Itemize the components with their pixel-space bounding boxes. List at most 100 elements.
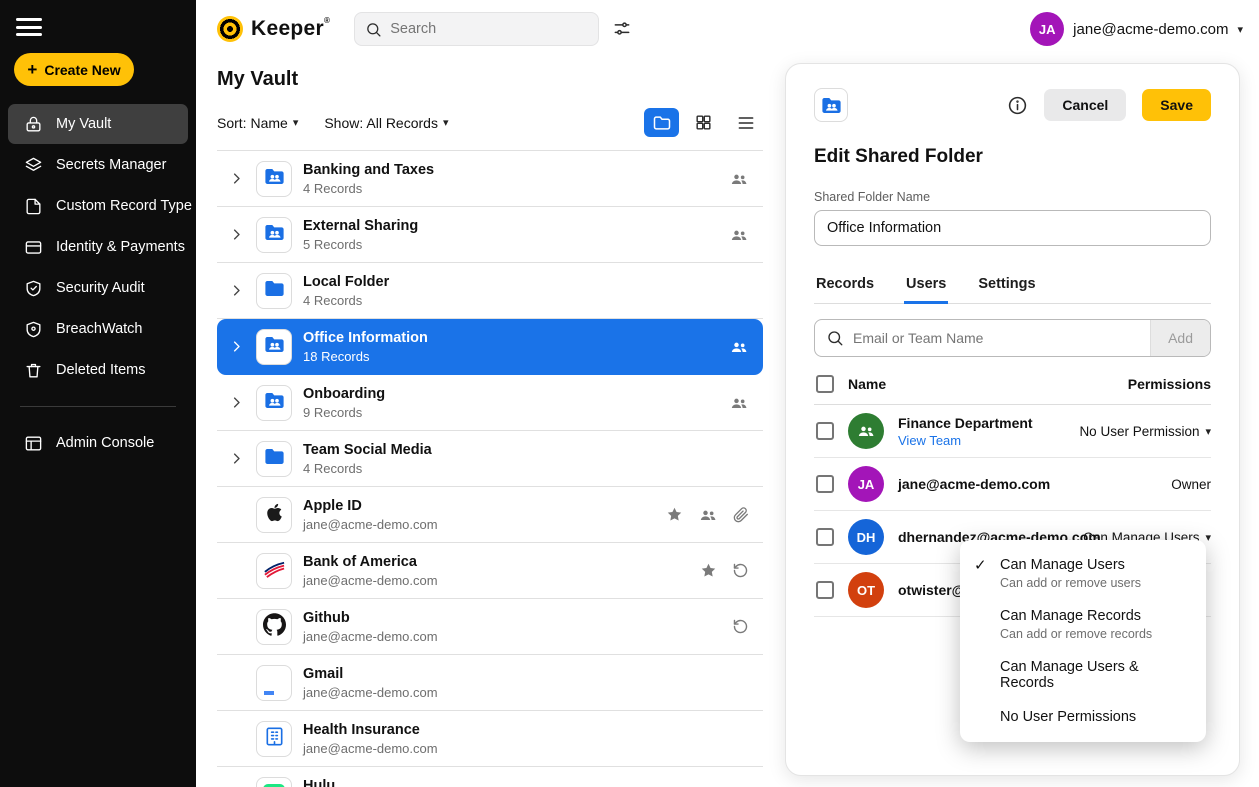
permission-select[interactable]: No User Permission ▾ (1079, 424, 1211, 439)
view-team-link[interactable]: View Team (898, 433, 1033, 448)
show-filter-dropdown[interactable]: Show: All Records▾ (324, 115, 448, 131)
sidebar-item-admin-console[interactable]: Admin Console (8, 423, 188, 463)
sidebar-item-custom-record-type[interactable]: Custom Record Type (8, 186, 188, 226)
folder-icon (263, 277, 286, 305)
github-icon (263, 613, 286, 641)
tab[interactable]: Settings (976, 268, 1037, 304)
sidebar-item-secrets-manager[interactable]: Secrets Manager (8, 145, 188, 185)
email-team-input[interactable] (853, 330, 1150, 346)
permission-menu-item[interactable]: No User Permissions (960, 700, 1206, 734)
trash-icon (24, 361, 43, 380)
row-checkbox[interactable] (816, 528, 834, 546)
expand-chevron-icon[interactable] (229, 395, 245, 410)
page-title: My Vault (217, 68, 763, 91)
global-search[interactable] (354, 12, 599, 46)
sidebar-item-label: Custom Record Type (56, 198, 192, 214)
permission-menu-item[interactable]: ✓ Can Manage Users Can add or remove use… (960, 548, 1206, 599)
history-icon (732, 562, 749, 579)
grid-view-button[interactable] (686, 108, 721, 137)
vault-row[interactable]: Bank of America jane@acme-demo.com (217, 543, 763, 599)
row-checkbox[interactable] (816, 581, 834, 599)
user-row[interactable]: Finance Department View Team No User Per… (814, 405, 1211, 458)
menu-item-label: Can Manage Users (1000, 557, 1141, 573)
sidebar-item-identity-payments[interactable]: Identity & Payments (8, 227, 188, 267)
permission-select[interactable]: Owner (1171, 477, 1211, 492)
vault-row[interactable]: Github jane@acme-demo.com (217, 599, 763, 655)
avatar-initials: OT (857, 583, 875, 598)
shared-folder-icon (814, 88, 848, 122)
record-icon-box (256, 441, 292, 477)
expand-chevron-icon[interactable] (229, 451, 245, 466)
row-title: Apple ID (303, 498, 438, 514)
folder-name-input[interactable] (814, 210, 1211, 246)
row-text: Local Folder 4 Records (303, 274, 389, 308)
user-row[interactable]: JA jane@acme-demo.com Owner (814, 458, 1211, 511)
cancel-button[interactable]: Cancel (1044, 89, 1126, 121)
vault-row[interactable]: Onboarding 9 Records (217, 375, 763, 431)
plus-icon: + (27, 61, 37, 78)
expand-chevron-icon[interactable] (229, 283, 245, 298)
sort-dropdown[interactable]: Sort: Name▾ (217, 115, 298, 131)
caret-down-icon: ▾ (1205, 531, 1211, 544)
star-icon[interactable] (666, 506, 683, 523)
vault-row[interactable]: External Sharing 5 Records (217, 207, 763, 263)
tab[interactable]: Records (814, 268, 876, 304)
shared-folder-icon (263, 221, 286, 249)
sidebar-item-label: Secrets Manager (56, 157, 166, 173)
vault-row[interactable]: Team Social Media 4 Records (217, 431, 763, 487)
add-button[interactable]: Add (1150, 320, 1210, 356)
vault-row[interactable]: Apple ID jane@acme-demo.com (217, 487, 763, 543)
account-menu[interactable]: JA jane@acme-demo.com ▾ (1030, 12, 1243, 46)
vault-row[interactable]: Banking and Taxes 4 Records (217, 151, 763, 207)
menu-item-description: Can add or remove records (1000, 627, 1152, 641)
expand-chevron-icon[interactable] (229, 339, 245, 354)
save-button[interactable]: Save (1142, 89, 1211, 121)
expand-chevron-icon[interactable] (229, 171, 245, 186)
vault-row[interactable]: Gmail jane@acme-demo.com (217, 655, 763, 711)
select-all-checkbox[interactable] (816, 375, 834, 393)
hamburger-menu-icon[interactable] (16, 18, 42, 36)
expand-chevron-icon[interactable] (229, 227, 245, 242)
vault-row[interactable]: h Hulu jane@acme-demo.com (217, 767, 763, 787)
row-subtitle: 4 Records (303, 293, 389, 308)
apple-icon (263, 501, 286, 529)
sidebar-item-label: BreachWatch (56, 321, 143, 337)
row-text: External Sharing 5 Records (303, 218, 418, 252)
permission-menu-item[interactable]: Can Manage Users & Records (960, 650, 1206, 700)
sidebar: + Create New My Vault Secrets Manager Cu… (0, 0, 196, 787)
sidebar-item-label: My Vault (56, 116, 111, 132)
vault-row[interactable]: Office Information 18 Records (217, 319, 763, 375)
row-title: Bank of America (303, 554, 438, 570)
health-building-icon (263, 725, 286, 753)
row-title: Office Information (303, 330, 428, 346)
shared-folder-icon (263, 333, 286, 361)
panel-tabs: Records Users Settings (814, 268, 1211, 304)
tab[interactable]: Users (904, 268, 948, 304)
name-column-header: Name (848, 376, 886, 392)
folder-view-button[interactable] (644, 108, 679, 137)
sidebar-item-security-audit[interactable]: Security Audit (8, 268, 188, 308)
caret-down-icon: ▾ (293, 116, 299, 129)
keeper-logo-icon (217, 16, 243, 42)
shared-users-icon (729, 337, 749, 357)
row-text: Onboarding 9 Records (303, 386, 385, 420)
row-checkbox[interactable] (816, 475, 834, 493)
sidebar-item-deleted-items[interactable]: Deleted Items (8, 350, 188, 390)
menu-item-label: Can Manage Users & Records (1000, 659, 1192, 691)
vault-row[interactable]: Health Insurance jane@acme-demo.com (217, 711, 763, 767)
info-icon[interactable] (1007, 95, 1028, 116)
sidebar-item-my-vault[interactable]: My Vault (8, 104, 188, 144)
list-view-button[interactable] (728, 108, 763, 137)
create-new-button[interactable]: + Create New (14, 53, 134, 86)
user-avatar (848, 413, 884, 449)
vault-row[interactable]: Local Folder 4 Records (217, 263, 763, 319)
sidebar-item-breachwatch[interactable]: BreachWatch (8, 309, 188, 349)
star-icon[interactable] (700, 562, 717, 579)
permission-menu-item[interactable]: Can Manage Records Can add or remove rec… (960, 599, 1206, 650)
search-input[interactable] (390, 21, 588, 37)
filter-tune-icon[interactable] (612, 19, 632, 39)
user-info: Finance Department View Team (898, 415, 1033, 448)
row-title: Hulu (303, 778, 438, 787)
avatar-initials: JA (858, 477, 875, 492)
row-checkbox[interactable] (816, 422, 834, 440)
